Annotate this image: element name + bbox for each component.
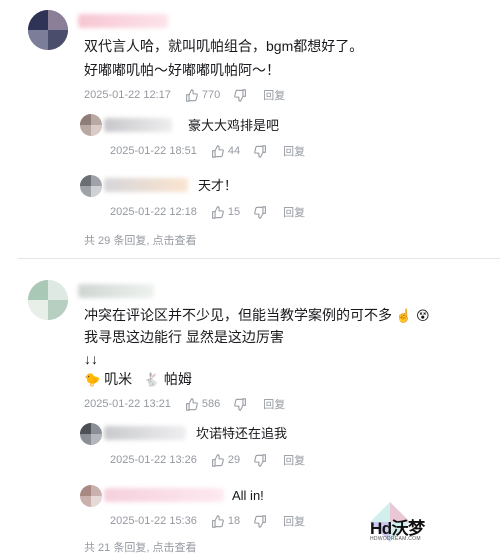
comment-text-line-2: 好嘟嘟叽帕～好嘟嘟叽帕阿～！ bbox=[84, 62, 280, 78]
comment-meta: 2025-01-22 13:21 586 回复 bbox=[84, 396, 285, 412]
reply-text: 天才！ bbox=[198, 178, 238, 193]
comment-meta: 2025-01-22 12:17 770 回复 bbox=[84, 87, 285, 103]
reply-count-text: 共 21 条回复, bbox=[84, 542, 150, 554]
thumbs-down-icon bbox=[254, 205, 267, 219]
dislike-button[interactable] bbox=[234, 397, 247, 411]
like-count: 586 bbox=[201, 398, 221, 410]
username-blurred[interactable] bbox=[104, 426, 186, 440]
reply-button[interactable]: 回复 bbox=[283, 204, 305, 220]
comment-text-line-2: 我寻思这边能行 显然是这边厉害 bbox=[84, 329, 284, 345]
comment-time: 2025-01-22 13:21 bbox=[84, 398, 171, 410]
watermark-subtext: HDWODREAM.COM bbox=[370, 536, 421, 542]
reply-button[interactable]: 回复 bbox=[283, 452, 305, 468]
username-blurred[interactable] bbox=[104, 488, 224, 502]
dislike-button[interactable] bbox=[254, 205, 267, 219]
reply-count-text: 共 29 条回复, bbox=[84, 235, 150, 247]
thumbs-up-icon bbox=[185, 397, 198, 411]
comment-text: 冲突在评论区并不少见，但能当教学案例的可不多 bbox=[84, 307, 392, 323]
comment-text-line-1: 双代言人哈，就叫叽帕组合，bgm都想好了。 bbox=[84, 38, 364, 54]
avatar[interactable] bbox=[28, 10, 68, 50]
like-count: 44 bbox=[227, 145, 241, 157]
dislike-button[interactable] bbox=[234, 88, 247, 102]
like-button[interactable]: 44 bbox=[211, 144, 241, 158]
comment-time: 2025-01-22 12:17 bbox=[84, 89, 171, 101]
username-blurred[interactable] bbox=[78, 14, 168, 28]
reply-button[interactable]: 回复 bbox=[283, 143, 305, 159]
like-count: 29 bbox=[227, 454, 241, 466]
comment-text-line-3: ↓↓ bbox=[84, 351, 98, 367]
reply-meta: 2025-01-22 12:18 15 回复 bbox=[110, 204, 305, 220]
reply-meta: 2025-01-22 15:36 18 回复 bbox=[110, 513, 305, 529]
avatar[interactable] bbox=[28, 280, 68, 320]
avatar[interactable] bbox=[80, 485, 102, 507]
comment-text-line-4: 🐤 叽米 🐇 帕姆 bbox=[84, 369, 192, 390]
chick-emoji: 🐤 bbox=[84, 372, 101, 387]
watermark-logo: Hd沃梦 HDWODREAM.COM bbox=[360, 500, 440, 544]
view-more-replies: 共 29 条回复, 点击查看 bbox=[84, 232, 196, 248]
reply-text: 豪大大鸡排是吧 bbox=[188, 118, 280, 133]
thumbs-down-icon bbox=[234, 88, 247, 102]
like-count: 15 bbox=[227, 206, 241, 218]
label-pamu: 帕姆 bbox=[163, 371, 192, 387]
avatar[interactable] bbox=[80, 175, 102, 197]
comment-divider bbox=[18, 258, 500, 259]
like-button[interactable]: 15 bbox=[211, 205, 241, 219]
reply-time: 2025-01-22 12:18 bbox=[110, 206, 197, 218]
avatar[interactable] bbox=[80, 423, 102, 445]
rabbit-emoji: 🐇 bbox=[143, 372, 160, 387]
view-more-replies: 共 21 条回复, 点击查看 bbox=[84, 539, 196, 555]
reply-time: 2025-01-22 15:36 bbox=[110, 515, 197, 527]
like-count: 770 bbox=[201, 89, 221, 101]
thumbs-up-icon bbox=[211, 453, 224, 467]
reply-button[interactable]: 回复 bbox=[283, 513, 305, 529]
view-replies-link[interactable]: 点击查看 bbox=[152, 542, 196, 554]
view-replies-link[interactable]: 点击查看 bbox=[152, 235, 196, 247]
reply-meta: 2025-01-22 18:51 44 回复 bbox=[110, 143, 305, 159]
comment-text-line-1: 冲突在评论区并不少见，但能当教学案例的可不多 ☝️ 😵 bbox=[84, 305, 430, 326]
dislike-button[interactable] bbox=[254, 453, 267, 467]
thumbs-down-icon bbox=[234, 397, 247, 411]
like-button[interactable]: 586 bbox=[185, 397, 221, 411]
thumbs-up-icon bbox=[211, 144, 224, 158]
dizzy-face-emoji: 😵 bbox=[415, 308, 430, 323]
like-button[interactable]: 18 bbox=[211, 514, 241, 528]
thumbs-down-icon bbox=[254, 453, 267, 467]
reply-button[interactable]: 回复 bbox=[263, 87, 285, 103]
like-button[interactable]: 29 bbox=[211, 453, 241, 467]
thumbs-up-icon bbox=[185, 88, 198, 102]
reply-meta: 2025-01-22 13:26 29 回复 bbox=[110, 452, 305, 468]
thumbs-up-icon bbox=[211, 514, 224, 528]
username-blurred[interactable] bbox=[104, 118, 172, 132]
like-count: 18 bbox=[227, 515, 241, 527]
reply-text: 坎诺特还在追我 bbox=[196, 426, 288, 441]
like-button[interactable]: 770 bbox=[185, 88, 221, 102]
reply-time: 2025-01-22 18:51 bbox=[110, 145, 197, 157]
label-jimi: 叽米 bbox=[104, 371, 133, 387]
hand-point-emoji: ☝️ bbox=[395, 308, 413, 323]
reply-text: All in! bbox=[232, 488, 264, 503]
dislike-button[interactable] bbox=[254, 144, 267, 158]
thumbs-down-icon bbox=[254, 144, 267, 158]
reply-button[interactable]: 回复 bbox=[263, 396, 285, 412]
thumbs-up-icon bbox=[211, 205, 224, 219]
dislike-button[interactable] bbox=[254, 514, 267, 528]
username-blurred[interactable] bbox=[104, 178, 188, 192]
reply-time: 2025-01-22 13:26 bbox=[110, 454, 197, 466]
avatar[interactable] bbox=[80, 114, 102, 136]
thumbs-down-icon bbox=[254, 514, 267, 528]
username-blurred[interactable] bbox=[78, 284, 154, 298]
